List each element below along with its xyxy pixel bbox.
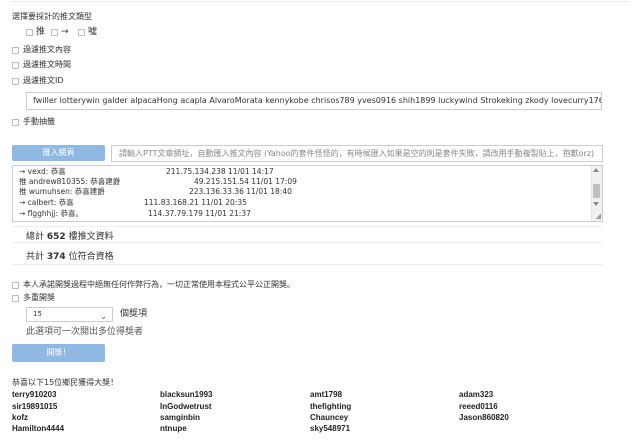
winner-name: Hamilton4444 xyxy=(12,424,65,433)
winner-name: terry910203 xyxy=(12,390,57,399)
push-checkbox[interactable] xyxy=(26,29,33,36)
total-suffix: 樓推文資料 xyxy=(68,232,114,242)
manual-draw-checkbox[interactable] xyxy=(12,119,19,126)
scroll-up-icon[interactable] xyxy=(593,168,599,172)
comment-meta: 114.37.79.179 11/01 21:37 xyxy=(148,209,251,218)
top-divider xyxy=(12,1,628,2)
filter-time-label: 過濾推文時間 xyxy=(23,60,71,69)
winner-name: InGodwetrust xyxy=(160,402,212,411)
push-label: 推 xyxy=(36,27,46,37)
comments-textarea[interactable]: → vexd: 恭喜 211.75.134.238 11/01 14:17 推 … xyxy=(12,165,603,222)
qualified-count: 374 xyxy=(46,252,66,262)
total-stat: 總計 652 樓推文資料 xyxy=(26,229,114,242)
comment-meta: 211.75.134.238 11/01 14:17 xyxy=(166,167,274,176)
winner-name: reeed0116 xyxy=(459,402,498,411)
chevron-down-icon: ⌄ xyxy=(100,312,107,321)
comment-meta: 223.136.33.36 11/01 18:40 xyxy=(189,187,292,196)
qualified-prefix: 共計 xyxy=(26,252,45,262)
total-count: 652 xyxy=(46,232,66,242)
qualified-stat: 共計 374 位符合資格 xyxy=(26,249,114,262)
comment-text: 推 andrew810355: 恭喜建爵 xyxy=(19,177,121,186)
winner-name: samginbin xyxy=(160,413,201,422)
import-page-button[interactable]: 匯入網頁 xyxy=(12,145,105,161)
winner-name: blacksun1993 xyxy=(160,390,213,399)
filter-id-checkbox[interactable] xyxy=(12,78,19,85)
pledge-label: 本人承諾開獎過程中絕無任何作弊行為，一切正常使用本程式公平公正開獎。 xyxy=(23,280,295,289)
boo-checkbox[interactable] xyxy=(78,29,85,36)
ptt-url-input[interactable]: 請輸入PTT文章網址，自動匯入推文內容 (Yahoo的套件怪怪的，有時候匯入如果… xyxy=(111,145,603,162)
result-heading: 恭喜以下15位鄉民獲得大獎！ xyxy=(12,378,119,387)
comment-text: 推 wumuhsen: 恭喜建爵 xyxy=(19,187,105,196)
draw-button[interactable]: 開獎！ xyxy=(12,344,105,362)
pledge-checkbox[interactable] xyxy=(12,282,19,289)
winner-name: sky548971 xyxy=(310,424,351,433)
multi-draw-checkbox[interactable] xyxy=(12,295,19,302)
divider xyxy=(12,226,603,227)
winner-name: amt1798 xyxy=(310,390,343,399)
qualified-suffix: 位符合資格 xyxy=(68,252,114,262)
prize-count-select[interactable]: 15 ⌄ xyxy=(26,307,113,322)
comment-text: → calbert: 恭喜 xyxy=(19,198,74,207)
id-filter-input[interactable]: fwiller lotterywin galder alpacaHong aca… xyxy=(26,92,602,110)
scroll-down-icon[interactable] xyxy=(593,202,599,206)
divider xyxy=(12,264,603,265)
arrow-checkbox[interactable] xyxy=(51,29,58,36)
filter-content-label: 過濾推文內容 xyxy=(23,45,71,54)
boo-label: 噓 xyxy=(88,27,98,37)
winner-name: adam323 xyxy=(459,390,494,399)
winner-name: kofz xyxy=(12,413,28,422)
pushtype-heading: 選擇要採計的推文類型 xyxy=(12,12,92,21)
comment-text: → flgghhjj: 恭喜。 xyxy=(19,209,83,218)
filter-time-checkbox[interactable] xyxy=(12,62,19,69)
arrow-label: → xyxy=(61,27,69,37)
winner-name: sir19891015 xyxy=(12,402,58,411)
filter-id-label: 過濾推文ID xyxy=(23,76,64,85)
divider xyxy=(12,242,603,243)
winner-name: Chauncey xyxy=(310,413,349,422)
filter-content-checkbox[interactable] xyxy=(12,47,19,54)
comment-text: → vexd: 恭喜 xyxy=(19,167,66,176)
multi-draw-note: 此選項可一次開出多位得獎者 xyxy=(26,327,144,337)
manual-draw-label: 手動抽籤 xyxy=(23,117,55,126)
scrollbar-thumb[interactable] xyxy=(593,184,600,198)
winner-name: ntnupe xyxy=(160,424,187,433)
resize-grip-icon[interactable]: ◢ xyxy=(596,213,601,220)
comment-meta: 49.215.151.54 11/01 17:09 xyxy=(194,177,297,186)
winner-name: Jason860820 xyxy=(459,413,509,422)
total-prefix: 總計 xyxy=(26,232,45,242)
comment-meta: 111.83.168.21 11/01 20:35 xyxy=(144,198,247,207)
prize-count-value: 15 xyxy=(33,310,42,318)
prize-unit-label: 個獎項 xyxy=(120,309,148,319)
winner-name: thefighting xyxy=(310,402,352,411)
multi-draw-label: 多重開獎 xyxy=(23,293,55,302)
